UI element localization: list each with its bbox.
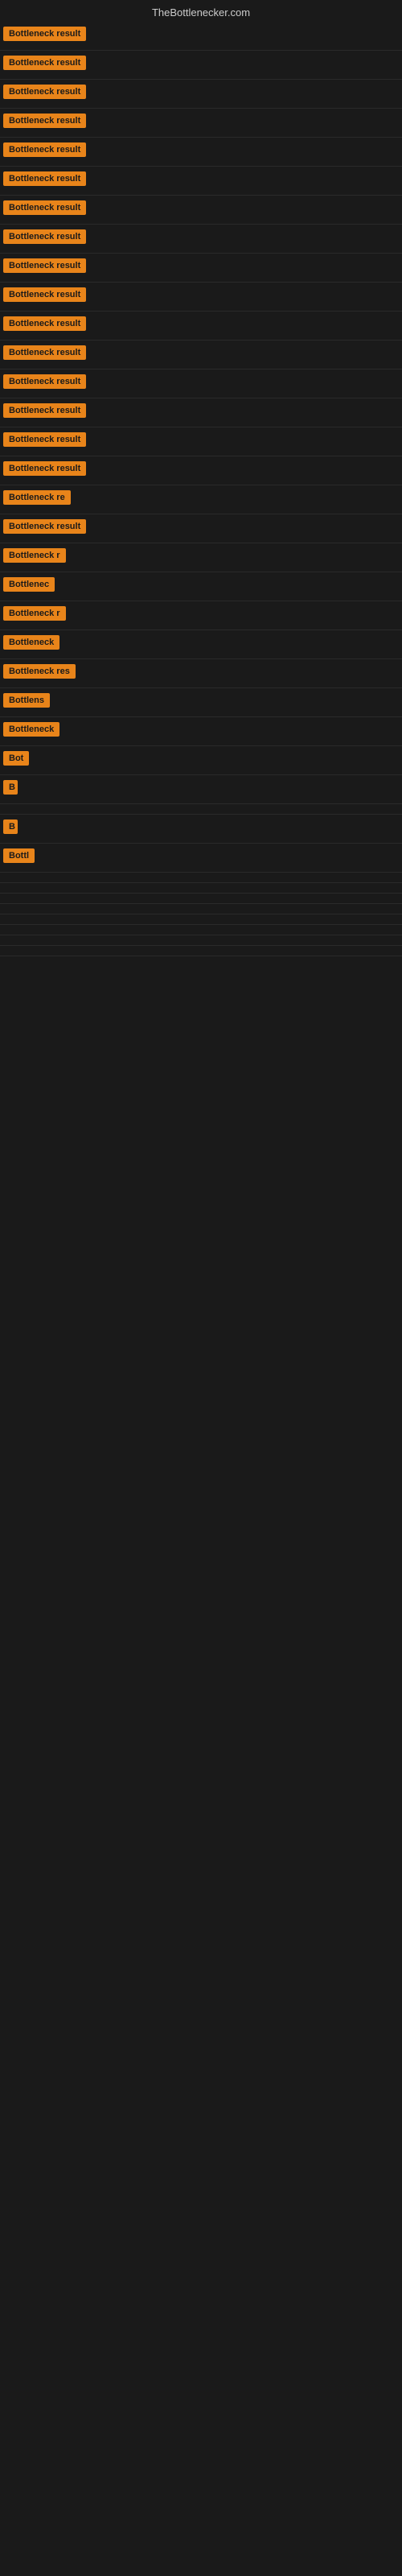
- bottleneck-row: Bottlenec: [0, 572, 402, 601]
- bottleneck-result-label[interactable]: Bottleneck result: [3, 374, 86, 389]
- bottleneck-result-label[interactable]: Bottleneck result: [3, 171, 86, 186]
- bottleneck-row: Bottleneck result: [0, 369, 402, 398]
- bottleneck-row: Bottleneck r: [0, 543, 402, 572]
- bottleneck-row: Bottleneck: [0, 717, 402, 746]
- bottleneck-row: [0, 935, 402, 946]
- bottleneck-row: Bottleneck result: [0, 109, 402, 138]
- bottleneck-result-label[interactable]: Bottleneck result: [3, 432, 86, 447]
- bottleneck-row: Bottleneck result: [0, 398, 402, 427]
- bottleneck-row: Bottleneck result: [0, 254, 402, 283]
- bottleneck-result-label[interactable]: Bottl: [3, 848, 35, 863]
- bottleneck-result-label[interactable]: Bottleneck result: [3, 461, 86, 476]
- bottleneck-row: Bottleneck result: [0, 341, 402, 369]
- bottleneck-row: Bottleneck result: [0, 196, 402, 225]
- bottleneck-row: Bottleneck result: [0, 167, 402, 196]
- bottleneck-row: Bottleneck result: [0, 283, 402, 312]
- bottleneck-row: Bottleneck result: [0, 51, 402, 80]
- bottleneck-result-label[interactable]: Bottleneck: [3, 635, 59, 650]
- bottleneck-row: Bottleneck result: [0, 456, 402, 485]
- bottleneck-row: Bottlens: [0, 688, 402, 717]
- bottleneck-list: Bottleneck result Bottleneck result Bottle…: [0, 22, 402, 956]
- bottleneck-row: [0, 925, 402, 935]
- bottleneck-row: [0, 804, 402, 815]
- bottleneck-result-label[interactable]: Bottleneck result: [3, 403, 86, 418]
- bottleneck-result-label[interactable]: B: [3, 780, 18, 795]
- bottleneck-result-label[interactable]: Bottlens: [3, 693, 50, 708]
- bottleneck-row: Bottleneck result: [0, 427, 402, 456]
- bottleneck-result-label[interactable]: Bottleneck result: [3, 316, 86, 331]
- bottleneck-result-label[interactable]: Bottleneck r: [3, 606, 66, 621]
- bottleneck-row: Bottleneck result: [0, 225, 402, 254]
- bottleneck-result-label[interactable]: Bottleneck result: [3, 114, 86, 128]
- bottleneck-result-label[interactable]: Bottlenec: [3, 577, 55, 592]
- bottleneck-result-label[interactable]: Bottleneck re: [3, 490, 71, 505]
- bottleneck-row: [0, 904, 402, 914]
- bottleneck-row: Bottl: [0, 844, 402, 873]
- bottleneck-row: [0, 914, 402, 925]
- bottleneck-result-label[interactable]: Bot: [3, 751, 29, 766]
- bottleneck-row: Bottleneck res: [0, 659, 402, 688]
- bottleneck-row: [0, 883, 402, 894]
- site-header: TheBottlenecker.com: [0, 0, 402, 22]
- bottleneck-row: Bottleneck result: [0, 80, 402, 109]
- bottleneck-result-label[interactable]: Bottleneck res: [3, 664, 76, 679]
- bottleneck-row: B: [0, 775, 402, 804]
- bottleneck-result-label[interactable]: Bottleneck result: [3, 56, 86, 70]
- bottleneck-row: Bottleneck result: [0, 514, 402, 543]
- bottleneck-result-label[interactable]: Bottleneck result: [3, 200, 86, 215]
- bottleneck-result-label[interactable]: Bottleneck result: [3, 345, 86, 360]
- bottleneck-row: Bottleneck re: [0, 485, 402, 514]
- bottleneck-result-label[interactable]: Bottleneck: [3, 722, 59, 737]
- bottleneck-row: [0, 894, 402, 904]
- bottleneck-row: [0, 873, 402, 883]
- bottleneck-result-label[interactable]: Bottleneck result: [3, 519, 86, 534]
- bottleneck-result-label[interactable]: Bottleneck result: [3, 142, 86, 157]
- bottleneck-row: Bottleneck: [0, 630, 402, 659]
- bottleneck-row: Bottleneck r: [0, 601, 402, 630]
- bottleneck-result-label[interactable]: Bottleneck result: [3, 229, 86, 244]
- bottleneck-row: Bottleneck result: [0, 22, 402, 51]
- bottleneck-result-label[interactable]: Bottleneck result: [3, 27, 86, 41]
- bottleneck-result-label[interactable]: Bottleneck result: [3, 287, 86, 302]
- bottleneck-row: Bottleneck result: [0, 138, 402, 167]
- bottleneck-result-label[interactable]: B: [3, 819, 18, 834]
- bottleneck-row: B: [0, 815, 402, 844]
- bottleneck-result-label[interactable]: Bottleneck result: [3, 85, 86, 99]
- bottleneck-row: Bottleneck result: [0, 312, 402, 341]
- bottleneck-result-label[interactable]: Bottleneck r: [3, 548, 66, 563]
- bottleneck-result-label[interactable]: Bottleneck result: [3, 258, 86, 273]
- bottleneck-row: [0, 946, 402, 956]
- bottleneck-row: Bot: [0, 746, 402, 775]
